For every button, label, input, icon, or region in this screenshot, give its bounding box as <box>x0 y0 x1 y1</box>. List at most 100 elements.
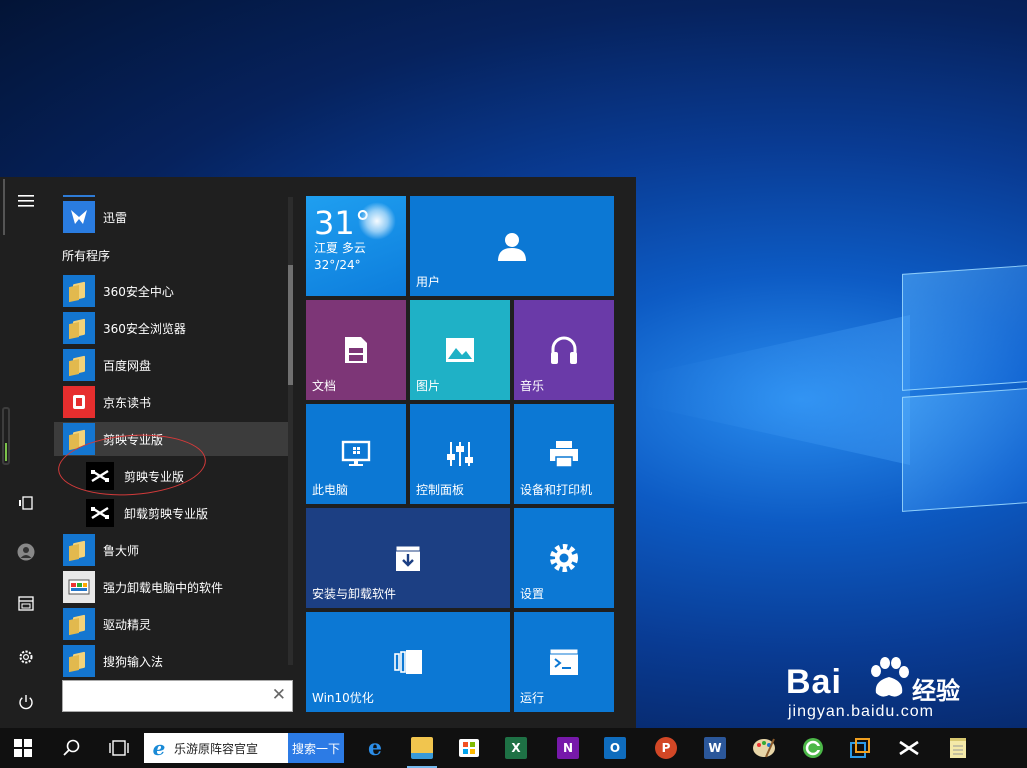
tile-user[interactable]: 用户 <box>410 196 614 296</box>
folder-icon <box>63 534 95 566</box>
list-item[interactable]: 百度网盘 <box>54 348 288 382</box>
printer-icon <box>550 441 578 468</box>
taskbar-excel[interactable]: X <box>493 728 539 768</box>
tile-weather[interactable]: 31° 江夏 多云 32°/24° <box>306 196 406 296</box>
taskbar-powerpoint[interactable]: P <box>643 728 689 768</box>
clear-search-icon[interactable]: ✕ <box>272 685 286 705</box>
list-item[interactable]: 360安全浏览器 <box>54 311 288 345</box>
monitor-icon <box>341 440 371 466</box>
search-input[interactable]: ✕ <box>62 680 293 712</box>
taskbar-onenote[interactable]: N <box>545 728 591 768</box>
taskbar-capcut[interactable] <box>886 728 932 768</box>
app-label: 搜狗输入法 <box>103 654 164 669</box>
person-icon <box>498 233 526 261</box>
tile-win10-optimize[interactable]: Win10优化 <box>306 612 510 712</box>
start-button[interactable] <box>0 728 46 768</box>
search-button[interactable] <box>48 728 94 768</box>
list-item[interactable]: 驱动精灵 <box>54 607 288 641</box>
tile-control-panel[interactable]: 控制面板 <box>410 404 510 504</box>
word-icon: W <box>704 737 726 759</box>
tile-label: 控制面板 <box>416 483 465 497</box>
ie-icon: e <box>152 736 166 760</box>
tile-music[interactable]: 音乐 <box>514 300 614 400</box>
taskbar-notepad[interactable] <box>935 728 981 768</box>
tile-label: 音乐 <box>520 379 545 393</box>
ie-search-button[interactable]: 搜索一下 <box>288 733 344 763</box>
app-window-icon <box>850 738 870 758</box>
app-label: 卸载剪映专业版 <box>124 506 209 521</box>
sun-icon <box>358 202 396 240</box>
taskbar-paint[interactable] <box>741 728 787 768</box>
list-item-recent-app[interactable]: 迅雷 <box>54 200 288 234</box>
picture-icon <box>446 338 474 362</box>
windows-logo-icon <box>14 739 32 757</box>
tile-settings[interactable]: 设置 <box>514 508 614 608</box>
task-view-icon <box>109 740 129 756</box>
baidu-paw-icon <box>871 657 909 697</box>
tile-install-uninstall[interactable]: 安装与卸载软件 <box>306 508 510 608</box>
taskbar-word[interactable]: W <box>692 728 738 768</box>
sliders-icon <box>447 442 473 466</box>
task-view-button[interactable] <box>96 728 142 768</box>
taskbar-edge[interactable]: e <box>352 728 398 768</box>
tile-label: 此电脑 <box>312 483 349 497</box>
app-label: 鲁大师 <box>103 543 140 558</box>
taskbar-outlook[interactable]: O <box>592 728 638 768</box>
tile-devices-printers[interactable]: 设备和打印机 <box>514 404 614 504</box>
uninstaller-icon <box>63 571 95 603</box>
ie-search-text: 乐游原阵容官宣 <box>174 741 259 756</box>
list-item[interactable]: 搜狗输入法 <box>54 644 288 677</box>
tile-label: 设备和打印机 <box>520 483 593 497</box>
taskbar-360-browser[interactable] <box>790 728 836 768</box>
taskbar: e 乐游原阵容官宣 搜索一下 e X N O P W <box>0 728 1027 768</box>
watermark-brand: Bai <box>786 663 842 701</box>
capcut-icon <box>899 740 919 756</box>
notepad-icon <box>950 738 966 758</box>
app-label: 京东读书 <box>103 395 152 410</box>
powerpoint-icon: P <box>655 737 677 759</box>
capcut-icon <box>84 497 116 529</box>
gear-icon <box>550 544 578 572</box>
user-account-icon[interactable] <box>8 534 44 570</box>
taskbar-app-blue[interactable] <box>837 728 883 768</box>
settings-gear-icon[interactable] <box>8 639 44 675</box>
headphones-icon <box>551 336 577 364</box>
taskbar-store[interactable] <box>446 728 492 768</box>
run-icon <box>549 648 579 675</box>
weather-city: 江夏 多云 <box>314 241 366 255</box>
paint-palette-icon <box>753 738 775 758</box>
hamburger-menu-icon[interactable] <box>8 183 44 219</box>
document-icon <box>345 337 367 363</box>
documents-icon[interactable] <box>8 585 44 621</box>
power-icon[interactable] <box>8 684 44 720</box>
apps-scrollbar[interactable] <box>288 197 293 665</box>
search-icon <box>63 739 80 756</box>
onenote-icon: N <box>557 737 579 759</box>
list-item[interactable]: 鲁大师 <box>54 533 288 567</box>
tile-label: 运行 <box>520 691 545 705</box>
tile-label: 图片 <box>416 379 441 393</box>
tile-this-pc[interactable]: 此电脑 <box>306 404 406 504</box>
folder-icon <box>63 608 95 640</box>
tile-run[interactable]: 运行 <box>514 612 614 712</box>
browser-360-icon <box>803 738 823 758</box>
file-explorer-icon <box>411 737 433 759</box>
section-header: 所有程序 <box>62 249 111 263</box>
taskbar-file-explorer[interactable] <box>399 728 445 768</box>
app-label: 360安全浏览器 <box>103 321 186 336</box>
list-item[interactable]: 360安全中心 <box>54 274 288 308</box>
list-item[interactable]: 京东读书 <box>54 385 288 419</box>
app-label: 360安全中心 <box>103 284 174 299</box>
tile-documents[interactable]: 文档 <box>306 300 406 400</box>
tile-pictures[interactable]: 图片 <box>410 300 510 400</box>
ie-search-box[interactable]: e 乐游原阵容官宣 <box>144 733 288 763</box>
app-label: 迅雷 <box>103 210 128 225</box>
tablet-mode-icon[interactable] <box>8 485 44 521</box>
watermark-brand-cn: 经验 <box>912 677 960 705</box>
folder-icon <box>63 349 95 381</box>
list-item[interactable]: 卸载剪映专业版 <box>54 496 288 530</box>
all-apps-list: 迅雷 所有程序 360安全中心 360安全浏览器 百度网盘 京东读书 剪映专业版 <box>54 177 290 677</box>
list-item[interactable]: 强力卸载电脑中的软件 <box>54 570 288 604</box>
desktop-windows-logo <box>640 245 1027 555</box>
start-menu: 迅雷 所有程序 360安全中心 360安全浏览器 百度网盘 京东读书 剪映专业版 <box>0 177 636 728</box>
